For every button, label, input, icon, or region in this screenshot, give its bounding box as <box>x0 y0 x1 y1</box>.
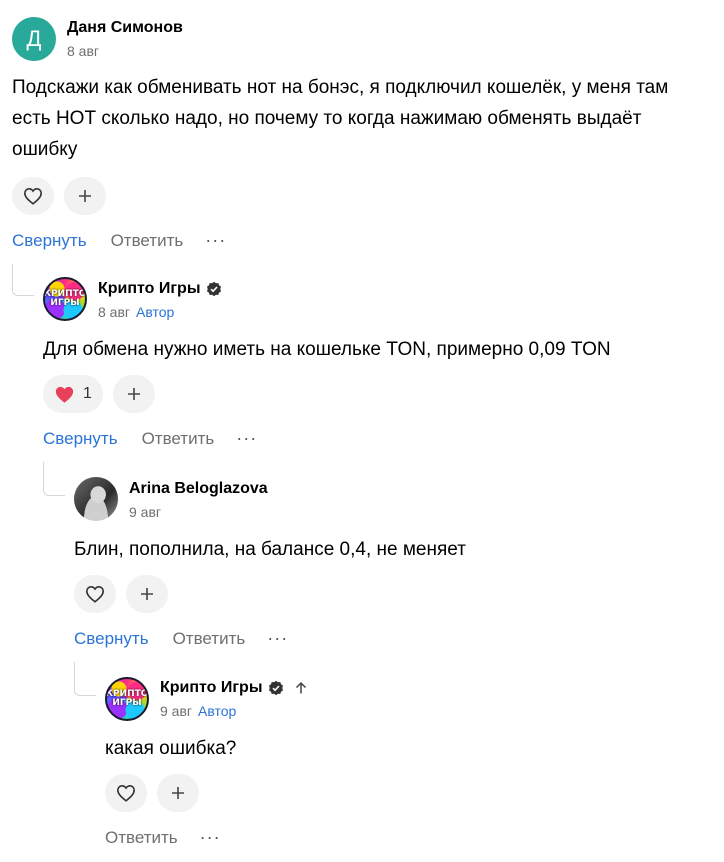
reply-button[interactable]: Ответить <box>173 629 246 649</box>
comment-actions: Свернуть Ответить ··· <box>12 230 226 251</box>
comment-meta: 9 авг Автор <box>160 703 237 719</box>
verified-icon <box>207 281 222 297</box>
comment-actions: Свернуть Ответить ··· <box>43 428 257 449</box>
like-button[interactable] <box>74 575 116 613</box>
comment-text: Блин, пополнила, на балансе 0,4, не меня… <box>74 539 466 560</box>
like-button[interactable]: 1 <box>43 375 103 413</box>
comment-date: 9 авг <box>129 504 162 520</box>
thread-line <box>12 264 34 296</box>
comment-text: какая ошибка? <box>105 738 237 759</box>
heart-icon <box>55 386 74 403</box>
author-badge: Автор <box>136 304 175 320</box>
reply-button[interactable]: Ответить <box>142 429 215 449</box>
heart-icon <box>85 585 105 603</box>
collapse-button[interactable]: Свернуть <box>12 231 87 251</box>
plus-icon <box>141 588 153 600</box>
like-count: 1 <box>83 385 92 402</box>
heart-icon <box>23 187 43 205</box>
comment-date: 8 авг <box>67 43 100 59</box>
more-icon[interactable]: ··· <box>267 628 288 649</box>
add-reaction-button[interactable] <box>113 375 155 413</box>
reply-button[interactable]: Ответить <box>111 231 184 251</box>
avatar[interactable]: Д <box>12 17 56 61</box>
arrow-up-icon[interactable] <box>294 681 308 695</box>
more-icon[interactable]: ··· <box>200 827 221 848</box>
like-button[interactable] <box>12 177 54 215</box>
avatar[interactable] <box>74 477 118 521</box>
avatar[interactable]: КРИПТО ИГРЫ <box>105 677 149 721</box>
author-badge: Автор <box>198 703 237 719</box>
reply-button[interactable]: Ответить <box>105 828 178 848</box>
comment-actions: Свернуть Ответить ··· <box>74 628 288 649</box>
add-reaction-button[interactable] <box>157 774 199 812</box>
comment-author[interactable]: Arina Beloglazova <box>129 480 268 498</box>
plus-icon <box>172 787 184 799</box>
comment-meta: 8 авг Автор <box>98 304 175 320</box>
collapse-button[interactable]: Свернуть <box>43 429 118 449</box>
add-reaction-button[interactable] <box>64 177 106 215</box>
comment-text: Для обмена нужно иметь на кошельке TON, … <box>43 339 611 360</box>
thread-line <box>43 462 65 496</box>
more-icon[interactable]: ··· <box>205 230 226 251</box>
thread-line <box>74 662 96 696</box>
collapse-button[interactable]: Свернуть <box>74 629 149 649</box>
heart-icon <box>116 784 136 802</box>
comment-author[interactable]: Крипто Игры <box>160 679 308 697</box>
avatar[interactable]: КРИПТО ИГРЫ <box>43 277 87 321</box>
like-button[interactable] <box>105 774 147 812</box>
verified-icon <box>269 680 284 696</box>
more-icon[interactable]: ··· <box>236 428 257 449</box>
comment-actions: Ответить ··· <box>105 827 221 848</box>
comment-author[interactable]: Крипто Игры <box>98 280 222 298</box>
comment-text: Подскажи как обменивать нот на бонэс, я … <box>12 77 669 160</box>
comment-author[interactable]: Даня Симонов <box>67 19 183 37</box>
plus-icon <box>128 388 140 400</box>
plus-icon <box>79 190 91 202</box>
add-reaction-button[interactable] <box>126 575 168 613</box>
